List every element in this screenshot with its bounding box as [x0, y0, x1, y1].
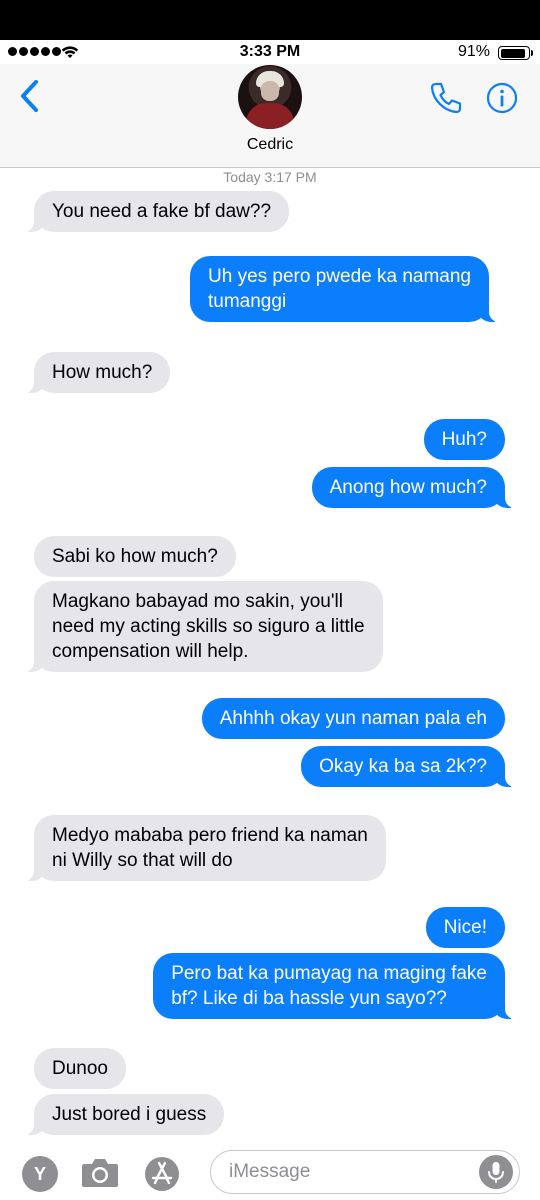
message-input-bar: Y iMessage [0, 1140, 540, 1200]
back-button[interactable] [14, 76, 48, 116]
top-black-bar [0, 0, 540, 40]
message-bubble-incoming[interactable]: Sabi ko how much? [34, 536, 236, 577]
message-bubble-outgoing[interactable]: Pero bat ka pumayag na maging fake bf? Li… [153, 953, 515, 1019]
message-bubble-incoming[interactable]: You need a fake bf daw?? [23, 191, 290, 232]
status-bar: 3:33 PM 91% [0, 40, 540, 64]
message-bubble-outgoing[interactable]: Uh yes pero pwede ka namang tumanggi [190, 256, 499, 322]
input-placeholder: iMessage [229, 1161, 311, 1182]
message-text: Medyo mababa pero friend ka naman ni Will… [52, 825, 368, 871]
message-text: Nice! [443, 917, 487, 938]
camera-button[interactable] [80, 1154, 120, 1190]
chevron-left-icon [21, 80, 38, 112]
app-drawer-button[interactable]: Y [22, 1156, 58, 1192]
phone-icon [430, 82, 462, 114]
message-bubble-incoming[interactable]: Just bored i guess [23, 1094, 225, 1135]
message-bubble-incoming[interactable]: Medyo mababa pero friend ka naman ni Will… [24, 815, 386, 881]
info-button[interactable] [486, 82, 518, 114]
message-bubble-outgoing[interactable]: Anong how much? [311, 467, 516, 508]
message-text: Pero bat ka pumayag na maging fake bf? Li… [171, 963, 487, 1009]
message-text: Sabi ko how much? [52, 546, 218, 567]
message-text: Dunoo [52, 1058, 108, 1079]
app-store-button[interactable] [142, 1154, 182, 1194]
message-bubble-outgoing[interactable]: Ahhhh okay yun naman pala eh [201, 698, 505, 739]
message-bubble-outgoing[interactable]: Okay ka ba sa 2k?? [301, 746, 515, 787]
message-timestamp: Today 3:17 PM [223, 169, 317, 185]
message-text: Okay ka ba sa 2k?? [319, 756, 487, 777]
message-bubble-incoming[interactable]: How much? [23, 352, 171, 393]
message-text: Just bored i guess [52, 1104, 207, 1125]
message-text: Huh? [441, 429, 487, 450]
message-bubble-incoming[interactable]: Dunoo [34, 1048, 126, 1089]
message-text: You need a fake bf daw?? [52, 201, 272, 222]
message-bubble-incoming[interactable]: Magkano babayad mo sakin, you'll need my … [24, 581, 383, 672]
contact-avatar[interactable] [238, 65, 302, 129]
camera-icon [82, 1159, 118, 1187]
microphone-button[interactable] [479, 1155, 513, 1189]
message-bubble-outgoing[interactable]: Huh? [423, 419, 505, 460]
message-text: Uh yes pero pwede ka namang tumanggi [208, 266, 471, 312]
call-button[interactable] [428, 80, 464, 116]
battery-percent: 91% [457, 43, 490, 60]
battery-icon [498, 46, 533, 60]
message-text: How much? [52, 362, 153, 383]
message-text: Ahhhh okay yun naman pala eh [219, 708, 487, 729]
microphone-icon [488, 1162, 504, 1183]
imessage-input[interactable]: iMessage [210, 1150, 520, 1194]
info-icon [486, 82, 518, 114]
message-text: Magkano babayad mo sakin, you'll need my … [52, 591, 365, 662]
message-bubble-outgoing[interactable]: Nice! [425, 907, 505, 948]
conversation-header: Cedric [0, 64, 540, 168]
message-text: Anong how much? [329, 477, 487, 498]
contact-name[interactable]: Cedric [0, 136, 540, 154]
app-store-icon [145, 1157, 179, 1191]
